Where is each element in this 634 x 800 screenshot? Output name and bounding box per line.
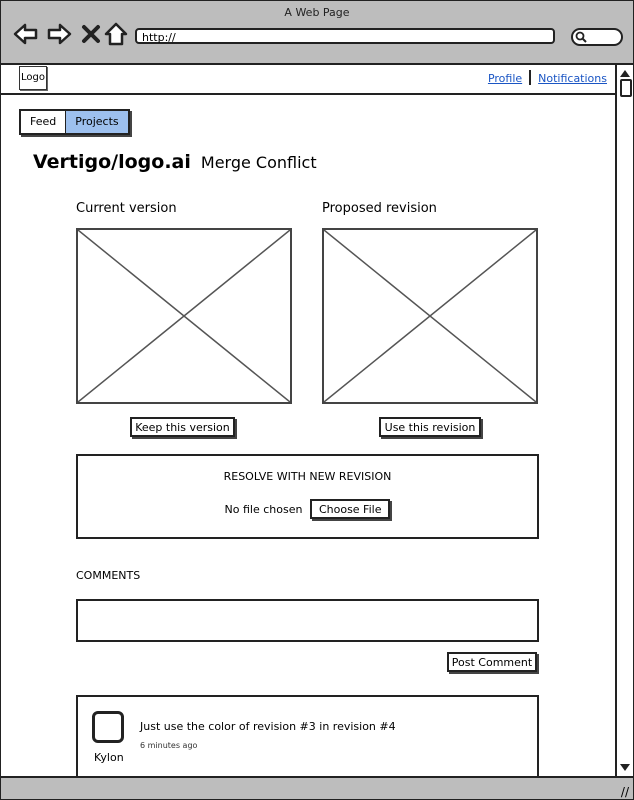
scroll-thumb[interactable]: [620, 79, 632, 97]
avatar: [92, 711, 124, 743]
window-title: A Web Page: [284, 6, 350, 19]
comment-author: Kylon: [94, 751, 124, 764]
resize-grip-icon[interactable]: //: [621, 785, 629, 799]
tab-feed[interactable]: Feed: [21, 111, 65, 133]
proposed-revision-image: [322, 228, 538, 404]
scroll-up-arrow-icon[interactable]: [620, 70, 630, 77]
link-divider: [529, 70, 532, 85]
file-picker: No file chosen Choose File: [78, 499, 537, 519]
tab-projects[interactable]: Projects: [65, 111, 128, 133]
browser-window: A Web Page http:// Logo Profile Notificat…: [0, 0, 634, 800]
project-name: Vertigo/logo.ai: [33, 151, 191, 173]
resolve-title: RESOLVE WITH NEW REVISION: [223, 470, 392, 483]
current-version-label: Current version: [76, 201, 177, 216]
home-icon[interactable]: [103, 21, 129, 47]
comment-input[interactable]: [76, 599, 539, 642]
status-bar: //: [1, 776, 633, 799]
app-header: Logo Profile Notifications: [1, 65, 615, 95]
browser-toolbar: A Web Page http://: [1, 1, 633, 65]
forward-arrow-icon[interactable]: [46, 21, 72, 47]
file-status: No file chosen: [224, 502, 303, 516]
search-icon: [575, 31, 587, 43]
choose-file-button[interactable]: Choose File: [309, 499, 391, 519]
browser-search-field[interactable]: [571, 28, 623, 46]
section-tabs: Feed Projects: [19, 109, 130, 135]
url-bar[interactable]: http://: [135, 28, 555, 44]
vertical-scrollbar[interactable]: [615, 65, 633, 776]
scroll-down-arrow-icon[interactable]: [620, 764, 630, 771]
logo[interactable]: Logo: [19, 66, 47, 90]
profile-link[interactable]: Profile: [488, 72, 522, 85]
back-arrow-icon[interactable]: [13, 21, 39, 47]
close-x-icon[interactable]: [78, 21, 104, 47]
resolve-panel: RESOLVE WITH NEW REVISION No file chosen…: [76, 454, 539, 539]
comment-item: Kylon Just use the color of revision #3 …: [76, 695, 539, 785]
notifications-link[interactable]: Notifications: [538, 72, 607, 85]
header-links: Profile Notifications: [488, 70, 607, 85]
comment-timestamp: 6 minutes ago: [140, 741, 198, 750]
keep-version-button[interactable]: Keep this version: [130, 417, 235, 437]
page-subtitle: Merge Conflict: [200, 153, 317, 172]
comment-text: Just use the color of revision #3 in rev…: [140, 720, 396, 733]
use-revision-button[interactable]: Use this revision: [379, 417, 481, 437]
page-title: Vertigo/logo.ai Merge Conflict: [33, 151, 317, 173]
comments-heading: COMMENTS: [76, 569, 141, 582]
current-version-image: [76, 228, 292, 404]
proposed-revision-label: Proposed revision: [322, 201, 437, 216]
post-comment-button[interactable]: Post Comment: [447, 652, 537, 672]
